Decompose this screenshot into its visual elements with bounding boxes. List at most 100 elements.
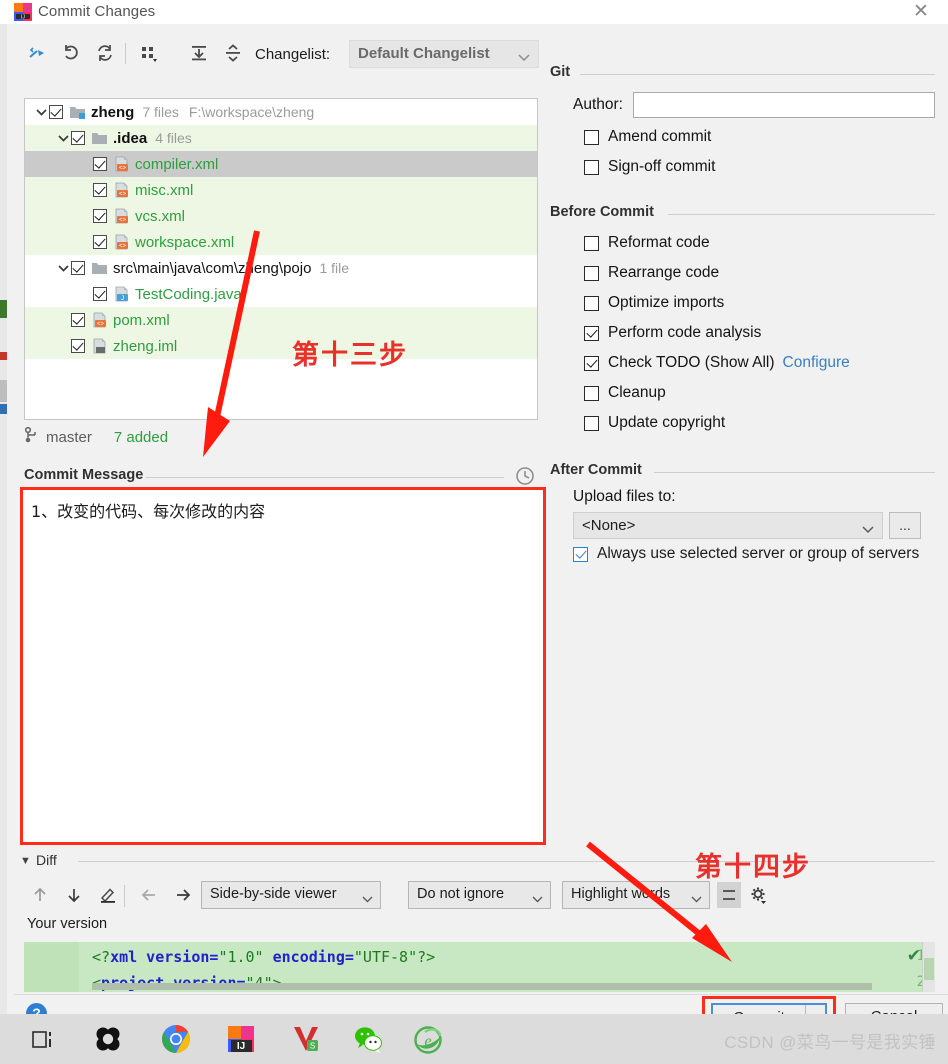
reformat-code-checkbox[interactable]: [584, 235, 599, 251]
chevron-down-icon[interactable]: [55, 260, 71, 276]
changelist-combo[interactable]: Default Changelist: [349, 40, 539, 68]
update-copyright-checkbox-row[interactable]: Update copyright: [550, 408, 935, 438]
tree-row[interactable]: <> workspace.xml: [25, 229, 537, 255]
next-difference-icon[interactable]: [61, 882, 87, 908]
svg-text:<>: <>: [97, 322, 105, 328]
revert-icon[interactable]: [57, 39, 85, 67]
optimize-imports-checkbox-row[interactable]: Optimize imports: [550, 288, 935, 318]
author-row: Author:: [550, 88, 935, 122]
group-by-icon[interactable]: [135, 39, 163, 67]
viewer-mode-combo[interactable]: Side-by-side viewer: [201, 881, 381, 909]
tree-row-checkbox[interactable]: [71, 313, 85, 327]
check-todo-checkbox-row[interactable]: Check TODO (Show All) Configure: [550, 348, 935, 378]
tree-row-path: F:\workspace\zheng: [188, 104, 315, 120]
browse-servers-button[interactable]: ...: [889, 512, 921, 539]
tree-row-name: workspace.xml: [135, 233, 235, 251]
gear-icon[interactable]: [747, 882, 771, 908]
accept-right-icon[interactable]: [170, 882, 196, 908]
tree-row-checkbox[interactable]: [93, 287, 107, 301]
optimize-imports-checkbox[interactable]: [584, 295, 599, 311]
cleanup-checkbox[interactable]: [584, 385, 599, 401]
chevron-down-icon[interactable]: [33, 104, 49, 120]
author-field[interactable]: [632, 92, 935, 118]
edit-source-icon[interactable]: [95, 882, 121, 908]
optimize-imports-checkbox-label: Optimize imports: [608, 294, 725, 311]
configure-todo-link[interactable]: Configure: [783, 354, 850, 372]
rearrange-code-checkbox-row[interactable]: Rearrange code: [550, 258, 935, 288]
tree-row-checkbox[interactable]: [71, 131, 85, 145]
tree-row[interactable]: J TestCoding.java: [25, 281, 537, 307]
tree-row[interactable]: <> misc.xml: [25, 177, 537, 203]
amend-commit-checkbox[interactable]: [584, 129, 599, 145]
accept-left-icon[interactable]: [136, 882, 162, 908]
wps-icon[interactable]: S: [290, 1023, 322, 1055]
cleanup-checkbox-label: Cleanup: [608, 384, 666, 401]
xml-file-icon: <>: [113, 208, 130, 224]
tree-row-name: zheng: [91, 103, 135, 121]
perform-code-analysis-checkbox-label: Perform code analysis: [608, 324, 762, 341]
iml-file-icon: [91, 338, 108, 354]
diff-horizontal-scrollbar[interactable]: [92, 983, 872, 990]
chevron-down-icon: [532, 891, 543, 907]
sign-off-commit-checkbox-row[interactable]: Sign-off commit: [550, 152, 935, 182]
collapse-all-icon[interactable]: [219, 39, 247, 67]
update-copyright-checkbox[interactable]: [584, 415, 599, 431]
diff-code-area[interactable]: 1 2 <?xml version="1.0" encoding="UTF-8"…: [24, 942, 935, 992]
tree-row-checkbox[interactable]: [49, 105, 63, 119]
rearrange-code-checkbox[interactable]: [584, 265, 599, 281]
window-title: Commit Changes: [38, 3, 156, 20]
diff-vertical-scrollbar[interactable]: [922, 942, 935, 992]
tree-row-checkbox[interactable]: [71, 339, 85, 353]
show-diff-icon[interactable]: [23, 39, 51, 67]
tree-row-checkbox[interactable]: [71, 261, 85, 275]
svg-text:<>: <>: [119, 192, 127, 198]
chevron-down-icon[interactable]: [55, 130, 71, 146]
expand-all-icon[interactable]: [185, 39, 213, 67]
cleanup-checkbox-row[interactable]: Cleanup: [550, 378, 935, 408]
perform-code-analysis-checkbox-row[interactable]: Perform code analysis: [550, 318, 935, 348]
tree-row-checkbox[interactable]: [93, 209, 107, 223]
check-todo-checkbox[interactable]: [584, 355, 599, 371]
close-icon[interactable]: ✕: [910, 2, 932, 22]
clock-history-icon[interactable]: [514, 465, 536, 487]
tree-row-checkbox[interactable]: [93, 183, 107, 197]
tree-row[interactable]: .idea 4 files: [25, 125, 537, 151]
before-commit-group-label: Before Commit: [550, 204, 654, 220]
tree-row-name: pom.xml: [113, 311, 170, 329]
perform-code-analysis-checkbox[interactable]: [584, 325, 599, 341]
tree-row[interactable]: zheng 7 files F:\workspace\zheng: [25, 99, 537, 125]
task-view-icon[interactable]: [28, 1023, 60, 1055]
previous-difference-icon[interactable]: [27, 882, 53, 908]
always-use-server-row[interactable]: Always use selected server or group of s…: [550, 545, 935, 563]
commit-message-input[interactable]: 1、改变的代码、每次修改的内容: [20, 487, 546, 845]
collapse-unchanged-icon[interactable]: [717, 882, 741, 908]
svg-text:e: e: [424, 1033, 431, 1050]
tree-row[interactable]: <> vcs.xml: [25, 203, 537, 229]
amend-commit-checkbox-row[interactable]: Amend commit: [550, 122, 935, 152]
tree-row[interactable]: zheng.iml: [25, 333, 537, 359]
tree-row-checkbox[interactable]: [93, 157, 107, 171]
svg-text:IJ: IJ: [21, 15, 25, 21]
sign-off-commit-checkbox[interactable]: [584, 159, 599, 175]
reformat-code-checkbox-row[interactable]: Reformat code: [550, 228, 935, 258]
upload-server-combo[interactable]: <None>: [573, 512, 883, 539]
highlight-mode-combo[interactable]: Highlight words: [562, 881, 710, 909]
tree-row[interactable]: src\main\java\com\zheng\pojo 1 file: [25, 255, 537, 281]
toolbar-separator: [125, 43, 126, 64]
tree-row-checkbox[interactable]: [93, 235, 107, 249]
commit-message-divider: [146, 477, 504, 478]
changed-files-tree[interactable]: zheng 7 files F:\workspace\zheng .idea 4 fil…: [24, 98, 538, 420]
chevron-down-icon[interactable]: ▼: [20, 855, 31, 867]
tree-row[interactable]: <> pom.xml: [25, 307, 537, 333]
always-use-server-checkbox[interactable]: [573, 546, 588, 562]
tree-row[interactable]: <> compiler.xml: [25, 151, 537, 177]
whitespace-mode-combo[interactable]: Do not ignore: [408, 881, 551, 909]
google-chrome-icon[interactable]: [160, 1023, 192, 1055]
intellij-idea-icon[interactable]: IJ: [225, 1023, 257, 1055]
sogou-input-icon[interactable]: [92, 1023, 124, 1055]
wechat-icon[interactable]: [352, 1023, 384, 1055]
chevron-down-icon: [362, 891, 373, 907]
xml-file-icon: <>: [113, 182, 130, 198]
refresh-icon[interactable]: [91, 39, 119, 67]
internet-explorer-icon[interactable]: e: [412, 1023, 444, 1055]
